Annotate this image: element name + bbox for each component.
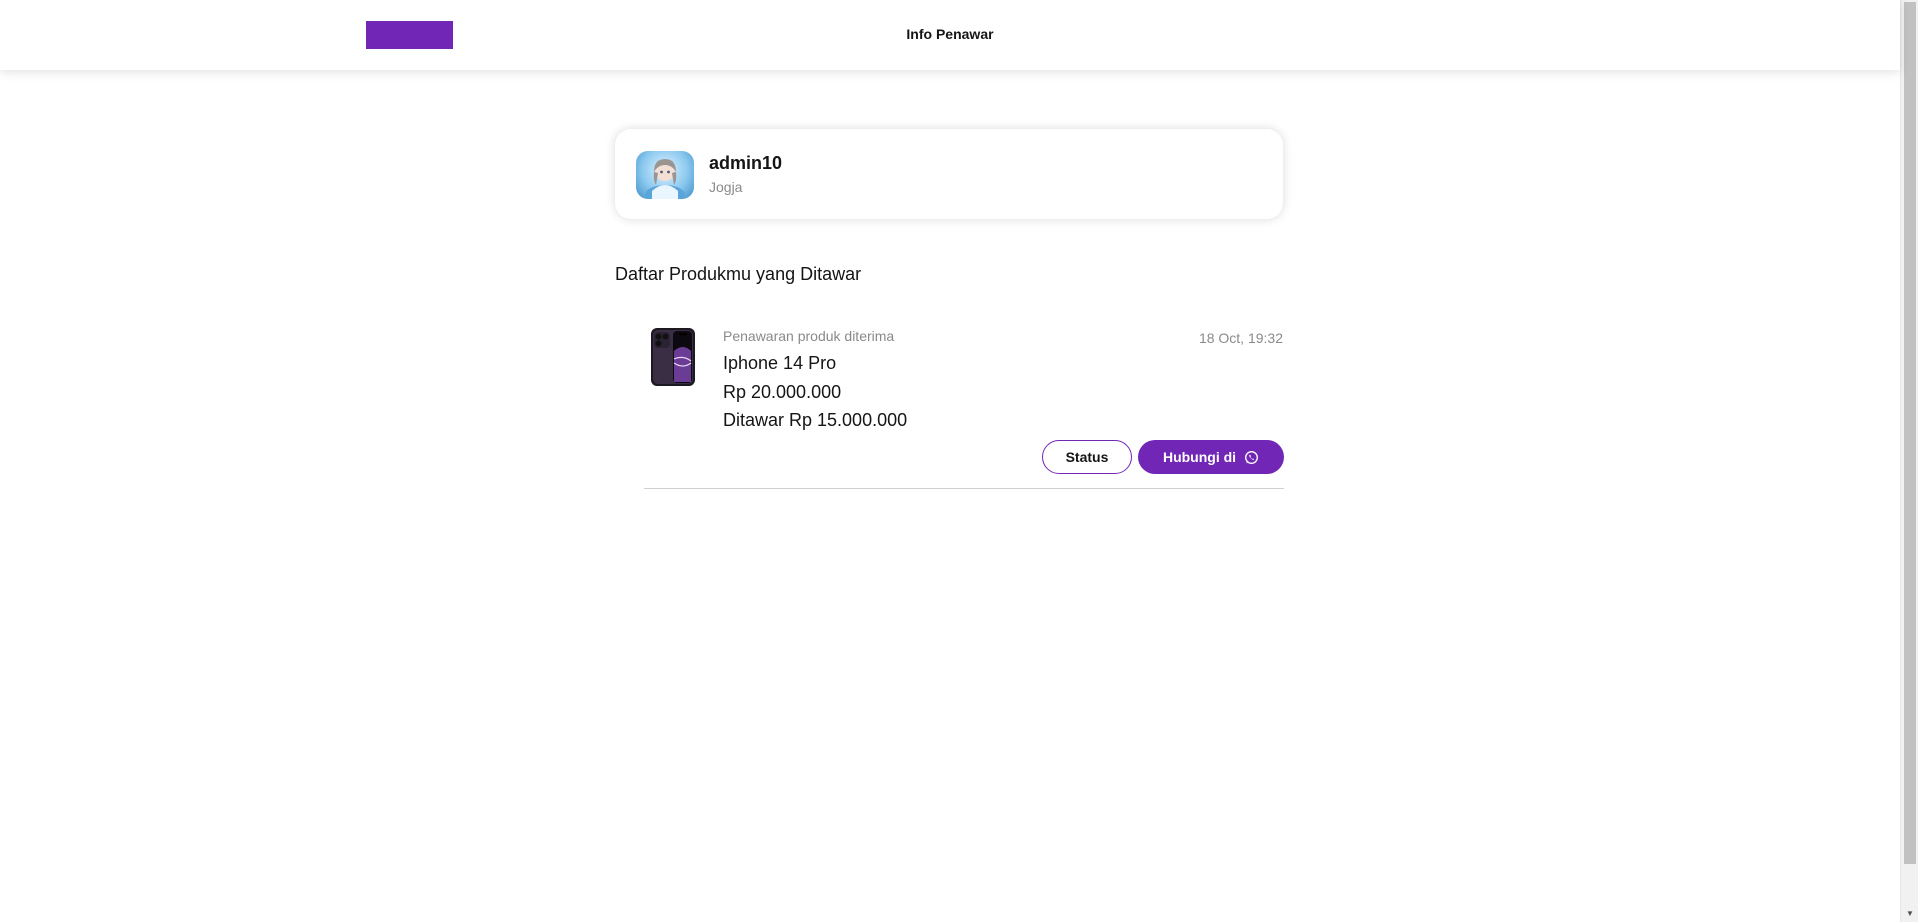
status-button-label: Status [1065, 449, 1109, 465]
scroll-down-icon[interactable]: ▼ [1901, 905, 1918, 922]
offer-price: Ditawar Rp 15.000.000 [723, 410, 908, 430]
product-name: Iphone 14 Pro [723, 353, 837, 373]
buyer-city: Jogja [709, 179, 743, 195]
product-image [649, 327, 697, 387]
page: Info Penawar admin10 Jogja Daftar Produk… [0, 0, 1918, 922]
offer-date: 18 Oct, 19:32 [1198, 330, 1283, 346]
phone-product-icon [651, 328, 695, 386]
scrollbar-thumb[interactable] [1904, 2, 1916, 864]
buyer-profile-card: admin10 Jogja [615, 129, 1283, 219]
status-button[interactable]: Status [1042, 440, 1132, 474]
buyer-name: admin10 [709, 153, 783, 173]
section-title: Daftar Produkmu yang Ditawar [615, 264, 862, 284]
user-avatar-icon [645, 159, 685, 199]
offer-status-text: Penawaran produk diterima [723, 328, 895, 344]
contact-button-label: Hubungi di [1162, 449, 1237, 465]
whatsapp-icon [1245, 450, 1259, 464]
contact-whatsapp-button[interactable]: Hubungi di [1138, 440, 1284, 474]
offer-divider [644, 488, 1284, 489]
product-price: Rp 20.000.000 [723, 382, 842, 402]
page-title: Info Penawar [906, 26, 994, 42]
buyer-avatar [636, 151, 694, 199]
top-header: Info Penawar [0, 0, 1900, 70]
vertical-scrollbar[interactable]: ▲ ▼ [1900, 0, 1918, 922]
